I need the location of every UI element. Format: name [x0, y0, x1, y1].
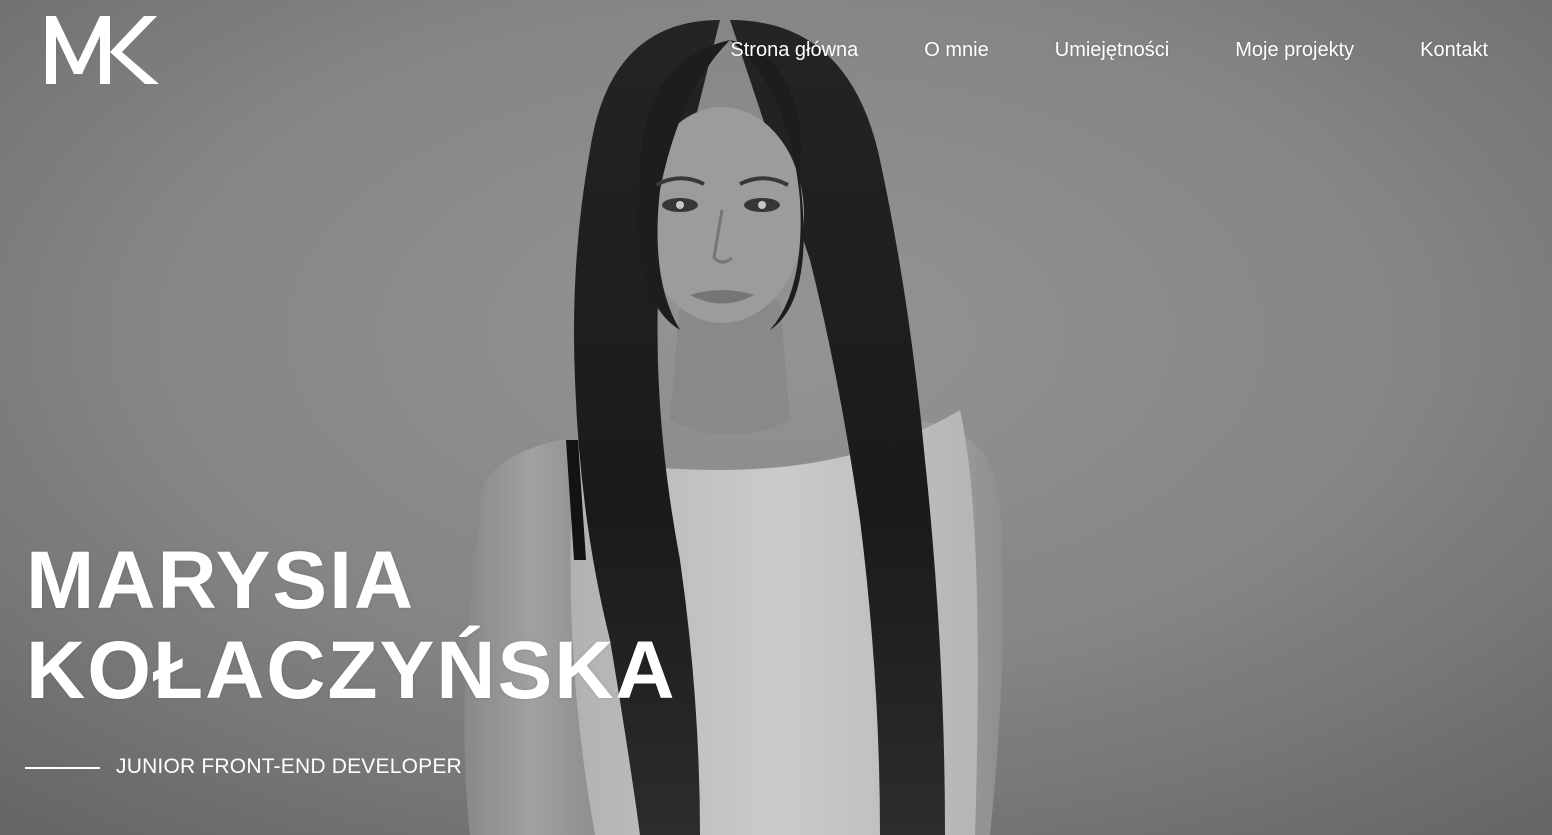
hero-name: MARYSIA KOŁACZYŃSKA [26, 536, 677, 716]
nav-item-home[interactable]: Strona główna [730, 38, 858, 62]
hero-name-last: KOŁACZYŃSKA [26, 625, 677, 716]
main-nav: Strona główna O mnie Umiejętności Moje p… [730, 38, 1488, 62]
mk-logo[interactable]: MK [44, 12, 160, 86]
nav-item-projects[interactable]: Moje projekty [1235, 38, 1354, 62]
nav-item-skills[interactable]: Umiejętności [1055, 38, 1169, 62]
hero-role: JUNIOR FRONT-END DEVELOPER [116, 755, 462, 778]
hero-section: MK Strona główna O mnie Umiejętności Moj… [0, 0, 1552, 835]
nav-item-contact[interactable]: Kontakt [1420, 38, 1488, 62]
nav-item-about[interactable]: O mnie [924, 38, 988, 62]
hero-name-first: MARYSIA [26, 535, 416, 626]
role-divider [25, 767, 100, 769]
